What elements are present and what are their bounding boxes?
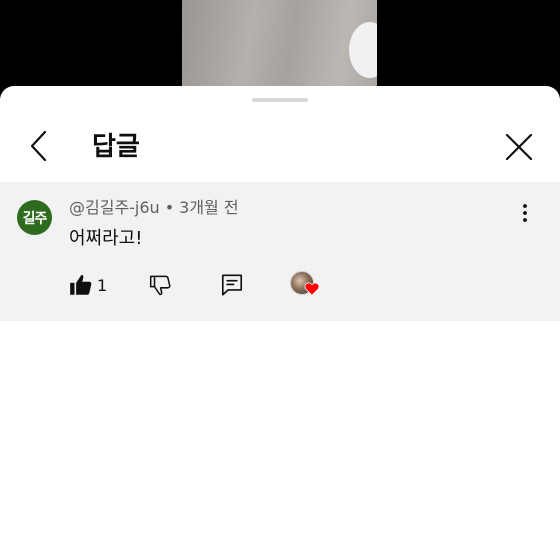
comment-author[interactable]: @김길주-j6u [69,198,160,217]
video-frame [182,0,377,100]
chevron-left-icon [30,130,47,162]
heart-icon [304,282,320,296]
replies-list-empty-area [0,321,560,560]
more-options-button[interactable] [514,202,536,224]
avatar[interactable]: 길주 [17,200,52,235]
sheet-header: 답글 [0,114,560,210]
comment-item: 길주 @김길주-j6u • 3개월 전 어쩌라고! 1 [0,182,560,321]
more-vertical-icon [523,204,527,222]
page-title: 답글 [92,132,140,162]
drag-handle[interactable] [252,98,308,102]
back-button[interactable] [22,128,58,164]
close-icon [505,133,533,161]
thumbs-down-icon [149,275,171,296]
reply-icon [221,274,243,296]
close-button[interactable] [500,128,538,166]
comment-meta: @김길주-j6u • 3개월 전 [69,198,239,218]
creator-heart-badge [290,271,322,301]
thumbs-up-icon [70,275,92,295]
comment-time: 3개월 전 [179,198,239,217]
comment-text: 어쩌라고! [69,228,143,249]
like-button[interactable] [68,272,94,298]
comment-actions: 1 [0,268,560,304]
reply-button[interactable] [219,272,245,298]
video-player[interactable] [0,0,560,100]
video-frame-highlight [349,22,377,78]
dislike-button[interactable] [148,272,174,298]
meta-separator: • [164,198,175,217]
replies-sheet: 답글 길주 @김길주-j6u • 3개월 전 어쩌라고! 1 [0,86,560,560]
like-count: 1 [97,276,108,295]
